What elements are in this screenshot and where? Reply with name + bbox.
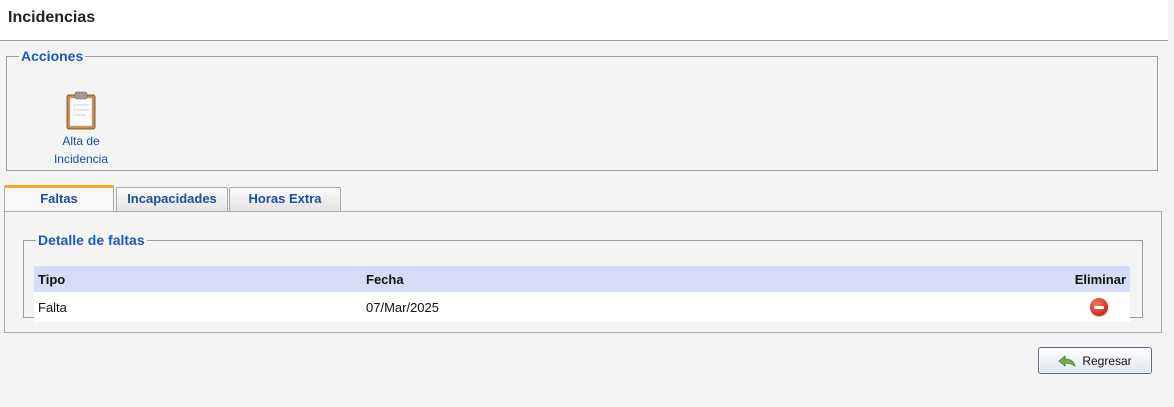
detalle-faltas-panel: Detalle de faltas Tipo Fecha Eliminar Fa…: [23, 232, 1143, 322]
clipboard-icon: [66, 91, 96, 130]
tab-faltas[interactable]: Faltas: [4, 185, 114, 212]
acciones-panel: Acciones Alta de Incidencia: [6, 48, 1158, 171]
tab-incapacidades[interactable]: Incapacidades: [116, 187, 228, 211]
alta-incidencia-action[interactable]: Alta de Incidencia: [41, 90, 121, 168]
alta-incidencia-label-line1: Alta de: [62, 134, 100, 148]
cell-eliminar: [805, 292, 1130, 322]
tab-content-faltas: Detalle de faltas Tipo Fecha Eliminar Fa…: [4, 211, 1162, 333]
back-arrow-icon: [1058, 354, 1076, 367]
page-header: Incidencias: [0, 0, 1168, 41]
detalle-faltas-legend: Detalle de faltas: [38, 232, 145, 248]
table-header-row: Tipo Fecha Eliminar: [34, 266, 1130, 292]
column-header-fecha: Fecha: [366, 271, 404, 287]
alta-incidencia-label-line2: Incidencia: [53, 152, 109, 166]
page-title: Incidencias: [8, 9, 96, 26]
faltas-table: Tipo Fecha Eliminar Falta 07/Mar/2025: [34, 266, 1130, 322]
column-header-eliminar: Eliminar: [1074, 271, 1126, 287]
table-row: Falta 07/Mar/2025: [34, 292, 1130, 322]
regresar-button[interactable]: Regresar: [1038, 347, 1152, 374]
column-header-tipo: Tipo: [38, 271, 66, 287]
delete-icon[interactable]: [1090, 298, 1108, 316]
tab-horas-extra[interactable]: Horas Extra: [229, 187, 341, 211]
cell-fecha: 07/Mar/2025: [366, 299, 439, 315]
regresar-label: Regresar: [1082, 353, 1132, 368]
acciones-legend: Acciones: [21, 48, 84, 64]
cell-tipo: Falta: [38, 299, 67, 315]
